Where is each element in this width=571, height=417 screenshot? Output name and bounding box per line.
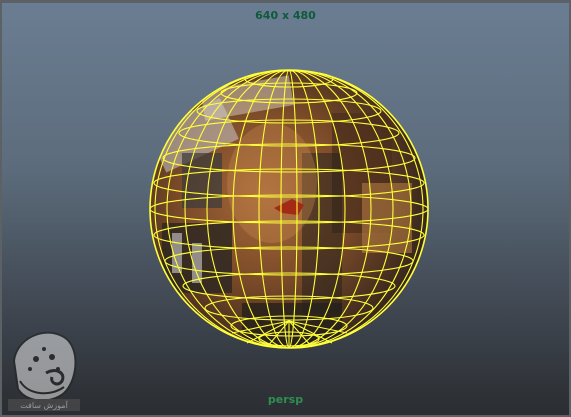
perspective-viewport[interactable]: 640 x 480 persp آموزش سافت: [0, 0, 571, 417]
watermark-logo: آموزش سافت: [8, 331, 80, 411]
wireframe-sphere[interactable]: [2, 3, 571, 417]
watermark-caption: آموزش سافت: [20, 400, 68, 410]
camera-name-label: persp: [267, 393, 304, 406]
